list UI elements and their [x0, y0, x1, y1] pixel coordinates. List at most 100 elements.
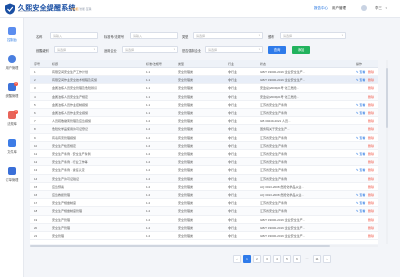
industry-label: 是否强制企业 [182, 49, 202, 53]
delete-link[interactable]: 删除 [368, 109, 374, 117]
next-page-button[interactable]: › [323, 255, 331, 263]
table-row[interactable]: 16 应急救援管理 1.2 安全管理类 非行业 AQ 3013-2008 危险化学品从业.… [30, 191, 378, 200]
delete-link[interactable]: 删除 [368, 93, 374, 101]
table-row[interactable]: 15 应急预案 1.2 安全管理类 非行业 AQ 3013-2008 危险化学品从业...… [30, 183, 378, 191]
cell-title: 安全生产许可证验证 [52, 176, 80, 181]
view-link[interactable]: ✎ 查看 [356, 109, 365, 117]
page-button[interactable]: 11 [313, 255, 321, 263]
table-row[interactable]: 19 安全生产管理 1.2 安全管理类 非行业 GB/T 33000-2016 企业安全生… [30, 216, 378, 224]
sidebar-item-regulations[interactable]: 1 法规库 [0, 108, 24, 130]
nav-user-management[interactable]: 用户管理 [332, 6, 346, 11]
table-row[interactable]: 12 安全生产条例 · 行业工作等 1.2 安全管理类 非行业 江苏省安全生产条例 删除 [30, 158, 378, 167]
delete-link[interactable]: 删除 [368, 166, 374, 174]
cell-industry: 非行业 [228, 225, 238, 230]
page-button[interactable]: 5 [283, 255, 291, 263]
cell-industry: 非行业 [228, 234, 238, 238]
search-button[interactable]: 查询 [268, 45, 286, 54]
chevron-down-icon[interactable]: ▾ [385, 6, 387, 10]
delete-link[interactable]: 删除 [368, 216, 374, 224]
table-row[interactable]: 7 人员疏散撤离管理及应急措施 1.2 安全管理类 非行业 GB 30249-2021 人… [30, 117, 378, 126]
view-link[interactable]: ✎ 查看 [356, 207, 365, 215]
delete-link[interactable]: 删除 [368, 117, 374, 125]
delete-link[interactable]: 删除 [368, 232, 374, 240]
cell-title: 安全管理 [52, 234, 65, 238]
view-link[interactable]: ✎ 查看 [356, 76, 365, 84]
scrollbar-thumb[interactable] [30, 245, 330, 247]
avatar[interactable] [361, 4, 367, 11]
table-row[interactable]: 17 安全生产规章制度 1.2 安全管理类 非行业 江苏省安全生产条例 ✎ 查看 删除 [30, 199, 378, 208]
table-row[interactable]: 9 有毒有害管理措施 1.2 安全管理类 非行业 江苏省安全生产条例 ✎ 查看 删除 [30, 134, 378, 142]
table-row[interactable]: 2 有限空间作业安全技术规程及实施 1.1 安全管理类 非行业 GB/T 33000-20… [30, 76, 378, 85]
table-row[interactable]: 8 危险化学品使用许可证登记 1.2 安全管理类 非行业 国务院关于安全生产... 删除 [30, 125, 378, 134]
cell-standard: 江苏省安全生产条例 [260, 176, 288, 181]
delete-link[interactable]: 删除 [368, 175, 374, 183]
delete-link[interactable]: 删除 [368, 183, 374, 191]
cell-type: 安全管理类 [178, 209, 194, 214]
nav-report-center[interactable]: 报告中心 [314, 6, 328, 11]
chevron-down-icon: ▾ [173, 48, 175, 51]
sidebar-item-reminders[interactable]: 1 缇醒管理 [0, 80, 24, 102]
table-row[interactable]: 13 安全生产条例 · 责任认定 1.2 安全管理类 非行业 江苏省安全生产条例 ✎ 查看删… [30, 166, 378, 175]
username[interactable]: 李三 [375, 6, 382, 11]
scope-select[interactable]: 请选择 ▾ [122, 46, 178, 53]
table-row[interactable]: 18 安全生产规章制度管理 1.2 安全管理类 非行业 江苏省安全生产条例 ✎ 查看 删除 [30, 207, 378, 216]
cell-standard: 江苏省安全生产条例 [260, 168, 288, 173]
delete-link[interactable]: 删除 [368, 158, 374, 166]
type-label: 类型 [182, 35, 189, 39]
page-button[interactable]: 1 [243, 255, 251, 263]
delete-link[interactable]: 删除 [368, 76, 374, 84]
table-row[interactable]: 4 金属冶炼人员安全生产规定 1.1 安全管理类 非行业 安监总[2009]21号 化工危… [30, 92, 378, 101]
delete-link[interactable]: 删除 [368, 84, 374, 92]
page-button[interactable]: 6 [293, 255, 301, 263]
sidebar-item-dashboard[interactable]: 控制台 [0, 24, 24, 46]
cell-standard: 江苏省安全生产条例 [260, 209, 288, 214]
view-link[interactable]: ✎ 查看 [356, 134, 365, 142]
cell-title: 有限空间安全生产工作计划 [52, 70, 89, 74]
delete-link[interactable]: 删除 [368, 207, 374, 215]
level-select[interactable]: 请选择 ▾ [54, 46, 98, 53]
cell-standard: 国务院关于安全生产... [260, 127, 290, 132]
table-row[interactable]: 14 安全生产许可证验证 1.2 安全管理类 非行业 江苏省安全生产条例 删除 [30, 174, 378, 183]
cell-title: 安全生产规章制度 [52, 201, 77, 206]
delete-link[interactable]: 删除 [368, 224, 374, 232]
sidebar-item-orders[interactable]: 订单管理 [0, 164, 24, 186]
ref-input[interactable]: 请输入 [130, 32, 178, 39]
delete-link[interactable]: 删除 [368, 101, 374, 109]
view-link[interactable]: ✎ 查看 [356, 199, 365, 207]
name-input[interactable]: 请输入 [50, 32, 98, 39]
delete-link[interactable]: 删除 [368, 191, 374, 199]
delete-link[interactable]: 删除 [368, 199, 374, 207]
table-row[interactable]: 21 安全管理 1.2 安全管理类 非行业 GB/T 33000-2016 企业安全生产.… [30, 232, 378, 241]
table-row[interactable]: 3 金属冶炼人员安全管理及危险辨识 1.1 安全管理类 非行业 安监总[2009]21号 … [30, 84, 378, 93]
delete-link[interactable]: 删除 [368, 142, 374, 150]
type-select[interactable]: 请选择 ▾ [193, 32, 263, 39]
view-link[interactable]: ✎ 查看 [356, 191, 365, 199]
table-row[interactable]: 1 有限空间安全生产工作计划 1.1 安全管理类 非行业 GB/T 33000-2016 … [30, 68, 378, 77]
table-row[interactable]: 5 金属冶炼人员作业控制措施 1.1 安全管理类 非行业 江苏省安全生产条例 ✎ 查看 删除 [30, 101, 378, 109]
delete-link[interactable]: 删除 [368, 150, 374, 158]
table-row[interactable]: 10 安全生产检查规定 1.2 安全管理类 非行业 江苏省安全生产条例 删除 [30, 141, 378, 150]
view-link[interactable]: ✎ 查看 [356, 150, 365, 158]
view-link[interactable]: ✎ 查看 [356, 68, 365, 76]
date-select[interactable]: 请选择 ▾ [280, 32, 346, 39]
vertical-scrollbar[interactable] [386, 60, 388, 244]
table-row[interactable]: 6 金属冶炼人员作业安全措施 1.1 安全管理类 非行业 江苏省安全生产条例 ✎ 查看 删除 [30, 109, 378, 118]
view-link[interactable]: ✎ 查看 [356, 101, 365, 109]
delete-link[interactable]: 删除 [368, 68, 374, 76]
page-button[interactable]: 2 [253, 255, 261, 263]
cell-ref: 1.2 [146, 201, 151, 206]
page-button[interactable]: 4 [273, 255, 281, 263]
add-button[interactable]: 添加 [292, 45, 310, 54]
delete-link[interactable]: 删除 [368, 134, 374, 142]
page-button[interactable]: 3 [263, 255, 271, 263]
view-link[interactable]: ✎ 查看 [356, 166, 365, 174]
table-row[interactable]: 11 安全生产条例 · 安全生产条例 1.2 安全管理类 非行业 江苏省安全生产条例 ✎ 查… [30, 150, 378, 159]
table-row[interactable]: 20 安全生产管理 1.2 安全管理类 非行业 GB/T 33000-2016 企业安全生… [30, 223, 378, 232]
horizontal-scrollbar[interactable] [30, 245, 378, 247]
delete-link[interactable]: 删除 [368, 125, 374, 133]
sidebar-item-files[interactable]: 文件库 [0, 136, 24, 158]
industry-select[interactable]: 请选择 ▾ [205, 46, 263, 53]
sidebar-item-users[interactable]: 用户管理 [0, 52, 24, 74]
prev-page-button[interactable]: ‹ [233, 255, 241, 263]
scrollbar-thumb[interactable] [386, 68, 388, 128]
